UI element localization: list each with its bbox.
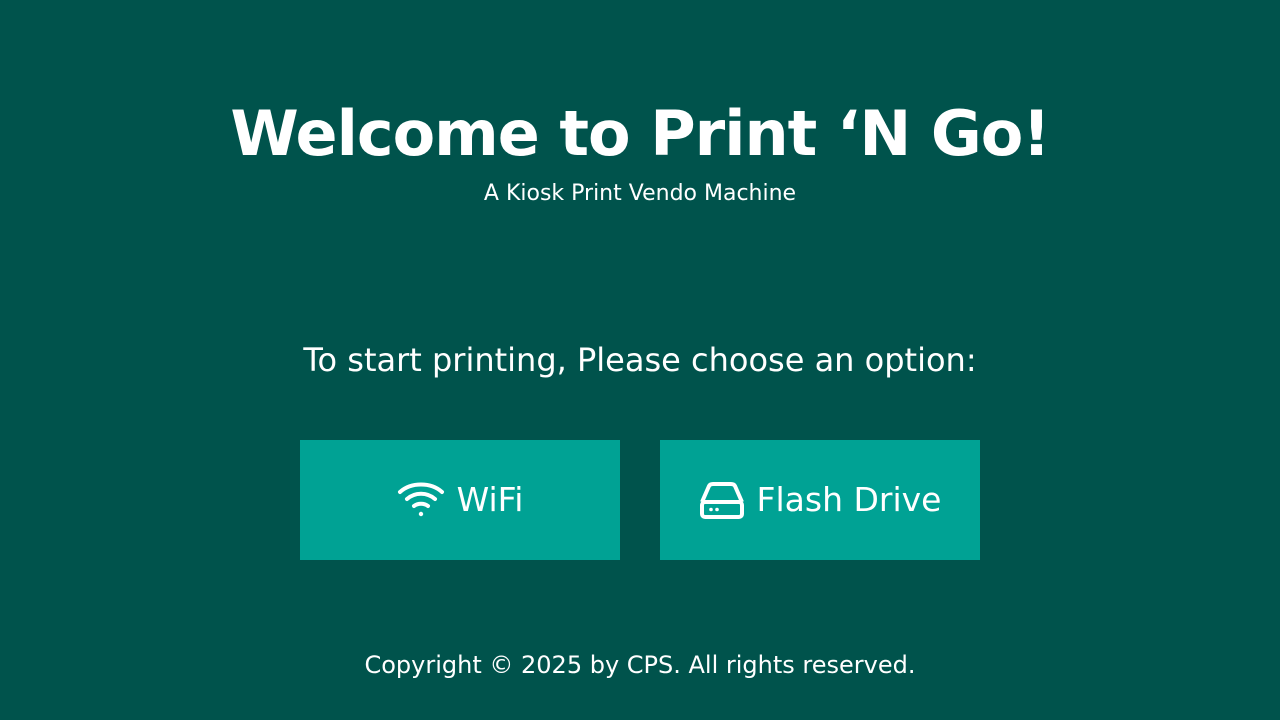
- flash-drive-button[interactable]: Flash Drive: [660, 440, 980, 560]
- header: Welcome to Print ‘N Go! A Kiosk Print Ve…: [0, 92, 1280, 208]
- instruction-text: To start printing, Please choose an opti…: [303, 341, 977, 379]
- hard-drive-icon: [699, 480, 745, 520]
- copyright-footer: Copyright © 2025 by CPS. All rights rese…: [364, 651, 916, 679]
- wifi-button[interactable]: WiFi: [300, 440, 620, 560]
- wifi-button-label: WiFi: [456, 480, 524, 519]
- wifi-icon: [397, 481, 445, 519]
- page-title: Welcome to Print ‘N Go!: [230, 97, 1050, 170]
- flash-drive-button-label: Flash Drive: [756, 480, 942, 519]
- option-buttons: WiFi Flash Drive: [300, 440, 980, 560]
- page-subtitle: A Kiosk Print Vendo Machine: [483, 181, 797, 206]
